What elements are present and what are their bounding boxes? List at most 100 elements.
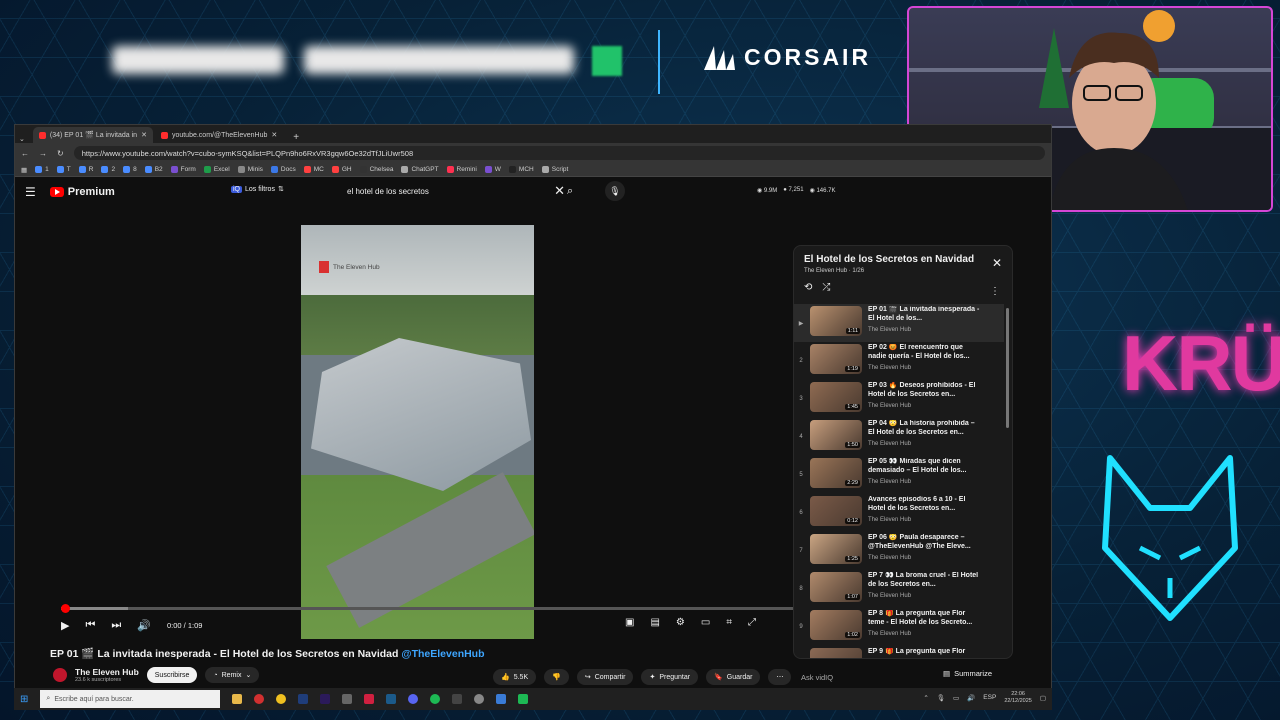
file-explorer-icon[interactable] [232, 694, 243, 704]
bookmark-form[interactable]: Form [170, 166, 196, 173]
save-button[interactable]: 🔖 Guardar [706, 669, 761, 685]
channel-name[interactable]: The Eleven Hub [75, 667, 139, 677]
vidiq-player-icon[interactable]: ▣ [625, 617, 634, 628]
share-button[interactable]: ↪ Compartir [576, 669, 634, 685]
channel-tag-link[interactable]: @TheElevenHub [401, 648, 484, 660]
calculator-icon[interactable] [342, 694, 353, 704]
bookmark-2[interactable]: 2 [101, 166, 115, 173]
playlist-item-title[interactable]: Avances episodios 6 a 10 - El Hotel de l… [868, 496, 980, 514]
clear-search-icon[interactable]: ✕ [554, 183, 565, 199]
progress-bar[interactable] [61, 604, 805, 613]
search-input[interactable]: el hotel de los secretos ✕ [341, 181, 565, 201]
new-tab-button[interactable]: + [293, 132, 299, 143]
apps-grid-icon[interactable]: ▦ [21, 166, 27, 174]
playlist-item-title[interactable]: EP 04 😳 La historia prohibida – El Hotel… [868, 420, 980, 438]
chrome-icon[interactable] [276, 694, 287, 704]
filters-button[interactable]: iQ Los filtros ⇅ [231, 185, 284, 193]
app-gray-icon[interactable] [452, 694, 463, 704]
like-button[interactable]: 👍 5.5K [493, 669, 537, 685]
reload-icon[interactable]: ↻ [57, 149, 64, 158]
chevron-up-icon[interactable]: ⌃ [923, 694, 928, 702]
playlist-item-title[interactable]: EP 01 🎬 La invitada inesperada - El Hote… [868, 306, 980, 324]
bookmark-chatgpt[interactable]: ChatGPT [401, 166, 439, 173]
playlist-item[interactable]: 9 1:02 EP 8 🎁 La pregunta que Flor teme - … [794, 608, 1004, 646]
remix-button[interactable]: ◔ Remix ⌄ [205, 667, 260, 683]
playlist-item[interactable]: 7 1:25 EP 06 😳 Paula desaparece – @TheElev… [794, 532, 1004, 570]
dislike-button[interactable]: 👎 [544, 669, 569, 685]
playlist-item-thumbnail[interactable]: 1:07 [810, 572, 862, 602]
subscribe-button[interactable]: Suscribirse [146, 667, 198, 683]
play-icon[interactable]: ▶ [61, 619, 69, 632]
bookmark-mch[interactable]: MCH [508, 166, 534, 173]
playlist-item-thumbnail[interactable]: 1:19 [810, 344, 862, 374]
playlist-item[interactable]: 2 1:19 EP 02 😡 El reencuentro que nadie qu… [794, 342, 1004, 380]
bookmark-excel[interactable]: Excel [203, 166, 230, 173]
video-player[interactable]: The Eleven Hub [301, 225, 534, 639]
playlist-item-thumbnail[interactable]: 0:12 [810, 496, 862, 526]
speaker-icon[interactable]: 🔊 [967, 694, 975, 702]
progress-handle[interactable] [61, 604, 70, 613]
subtitles-icon[interactable]: ▤ [650, 617, 659, 628]
tab-channel[interactable]: youtube.com/@TheElevenHub ✕ [155, 127, 283, 143]
miniplayer-icon[interactable]: ▭ [701, 617, 710, 628]
app-red-icon[interactable] [364, 694, 375, 704]
playlist-item[interactable]: 4 1:50 EP 04 😳 La historia prohibida – El … [794, 418, 1004, 456]
loop-icon[interactable]: ⟲ [804, 282, 812, 293]
volume-icon[interactable]: 🔊 [137, 619, 151, 632]
avatar[interactable] [53, 668, 67, 682]
playlist-item-thumbnail[interactable]: 1:02 [810, 610, 862, 640]
close-icon[interactable]: ✕ [992, 256, 1002, 270]
shuffle-icon[interactable]: ⤮ [822, 282, 830, 293]
obs-icon[interactable] [474, 694, 485, 704]
discord-icon[interactable] [408, 694, 419, 704]
notifications-icon[interactable]: ▢ [1040, 694, 1046, 702]
app-green-icon[interactable] [518, 694, 529, 704]
bookmark-w[interactable]: W [484, 166, 501, 173]
more-vert-icon[interactable]: ⋮ [990, 286, 1000, 297]
premiere-icon[interactable] [320, 694, 331, 704]
bookmark-b2[interactable]: B2 [144, 166, 163, 173]
clock[interactable]: 22:06 22/12/2025 [1004, 691, 1032, 704]
more-button[interactable]: ⋯ [768, 669, 792, 685]
playlist-item[interactable]: ▶ 1:11 EP 01 🎬 La invitada inesperada - El… [794, 304, 1004, 342]
opera-icon[interactable] [254, 694, 265, 704]
playlist-item[interactable]: 6 0:12 Avances episodios 6 a 10 - El Hotel… [794, 494, 1004, 532]
bookmark-minis[interactable]: Minis [237, 166, 263, 173]
playlist-title[interactable]: El Hotel de los Secretos en Navidad [804, 254, 1004, 265]
tab-close-icon[interactable]: ✕ [141, 131, 147, 139]
bookmark-mc[interactable]: MC [303, 166, 324, 173]
playlist-item[interactable]: 5 2:29 EP 05 👀 Miradas que dicen demasiado… [794, 456, 1004, 494]
playlist-item-title[interactable]: EP 03 🔥 Deseos prohibidos - El Hotel de … [868, 382, 980, 400]
fullscreen-icon[interactable]: ⤢ [748, 617, 756, 628]
tab-list-icon[interactable]: ⌄ [19, 135, 25, 143]
playlist-item-thumbnail[interactable]: 1:50 [810, 420, 862, 450]
youtube-premium-logo[interactable]: Premium [49, 186, 115, 198]
app-blue-icon[interactable] [496, 694, 507, 704]
search-icon[interactable]: ⌕ [567, 185, 573, 198]
windows-start-icon[interactable]: ⊞ [20, 694, 28, 705]
mic-tray-icon[interactable]: 🎙 [937, 694, 945, 702]
playlist-item-thumbnail[interactable]: 1:45 [810, 382, 862, 412]
bookmark-t[interactable]: T [56, 166, 71, 173]
bookmark-8[interactable]: 8 [123, 166, 137, 173]
playlist-item-thumbnail[interactable]: 1:11 [810, 306, 862, 336]
playlist-item-thumbnail[interactable] [810, 648, 862, 658]
spotify-icon[interactable] [430, 694, 441, 704]
previous-icon[interactable]: ⏮ [85, 619, 95, 632]
playlist-item-title[interactable]: EP 8 🎁 La pregunta que Flor teme - El Ho… [868, 610, 980, 628]
language-indicator[interactable]: ESP [983, 694, 996, 701]
network-icon[interactable]: ▭ [953, 694, 959, 702]
summarize-button[interactable]: ▤ Summarize [943, 669, 992, 678]
ask-button[interactable]: ✦ Preguntar [641, 669, 699, 685]
photoshop-icon[interactable] [298, 694, 309, 704]
playlist-item[interactable]: 3 1:45 EP 03 🔥 Deseos prohibidos - El Hote… [794, 380, 1004, 418]
playlist-item-title[interactable]: EP 02 😡 El reencuentro que nadie quería … [868, 344, 980, 362]
playlist-item-thumbnail[interactable]: 1:25 [810, 534, 862, 564]
playlist-item-title[interactable]: EP 7 👀 La broma cruel - El Hotel de los … [868, 572, 980, 590]
forward-icon[interactable]: → [39, 149, 47, 158]
bookmark-gh[interactable]: GH [331, 166, 352, 173]
cast-icon[interactable]: ⌗ [726, 617, 732, 628]
settings-icon[interactable]: ⚙ [676, 617, 685, 628]
playlist-item-title[interactable]: EP 06 😳 Paula desaparece – @TheElevenHub… [868, 534, 980, 552]
microphone-icon[interactable]: 🎙 [605, 181, 625, 201]
